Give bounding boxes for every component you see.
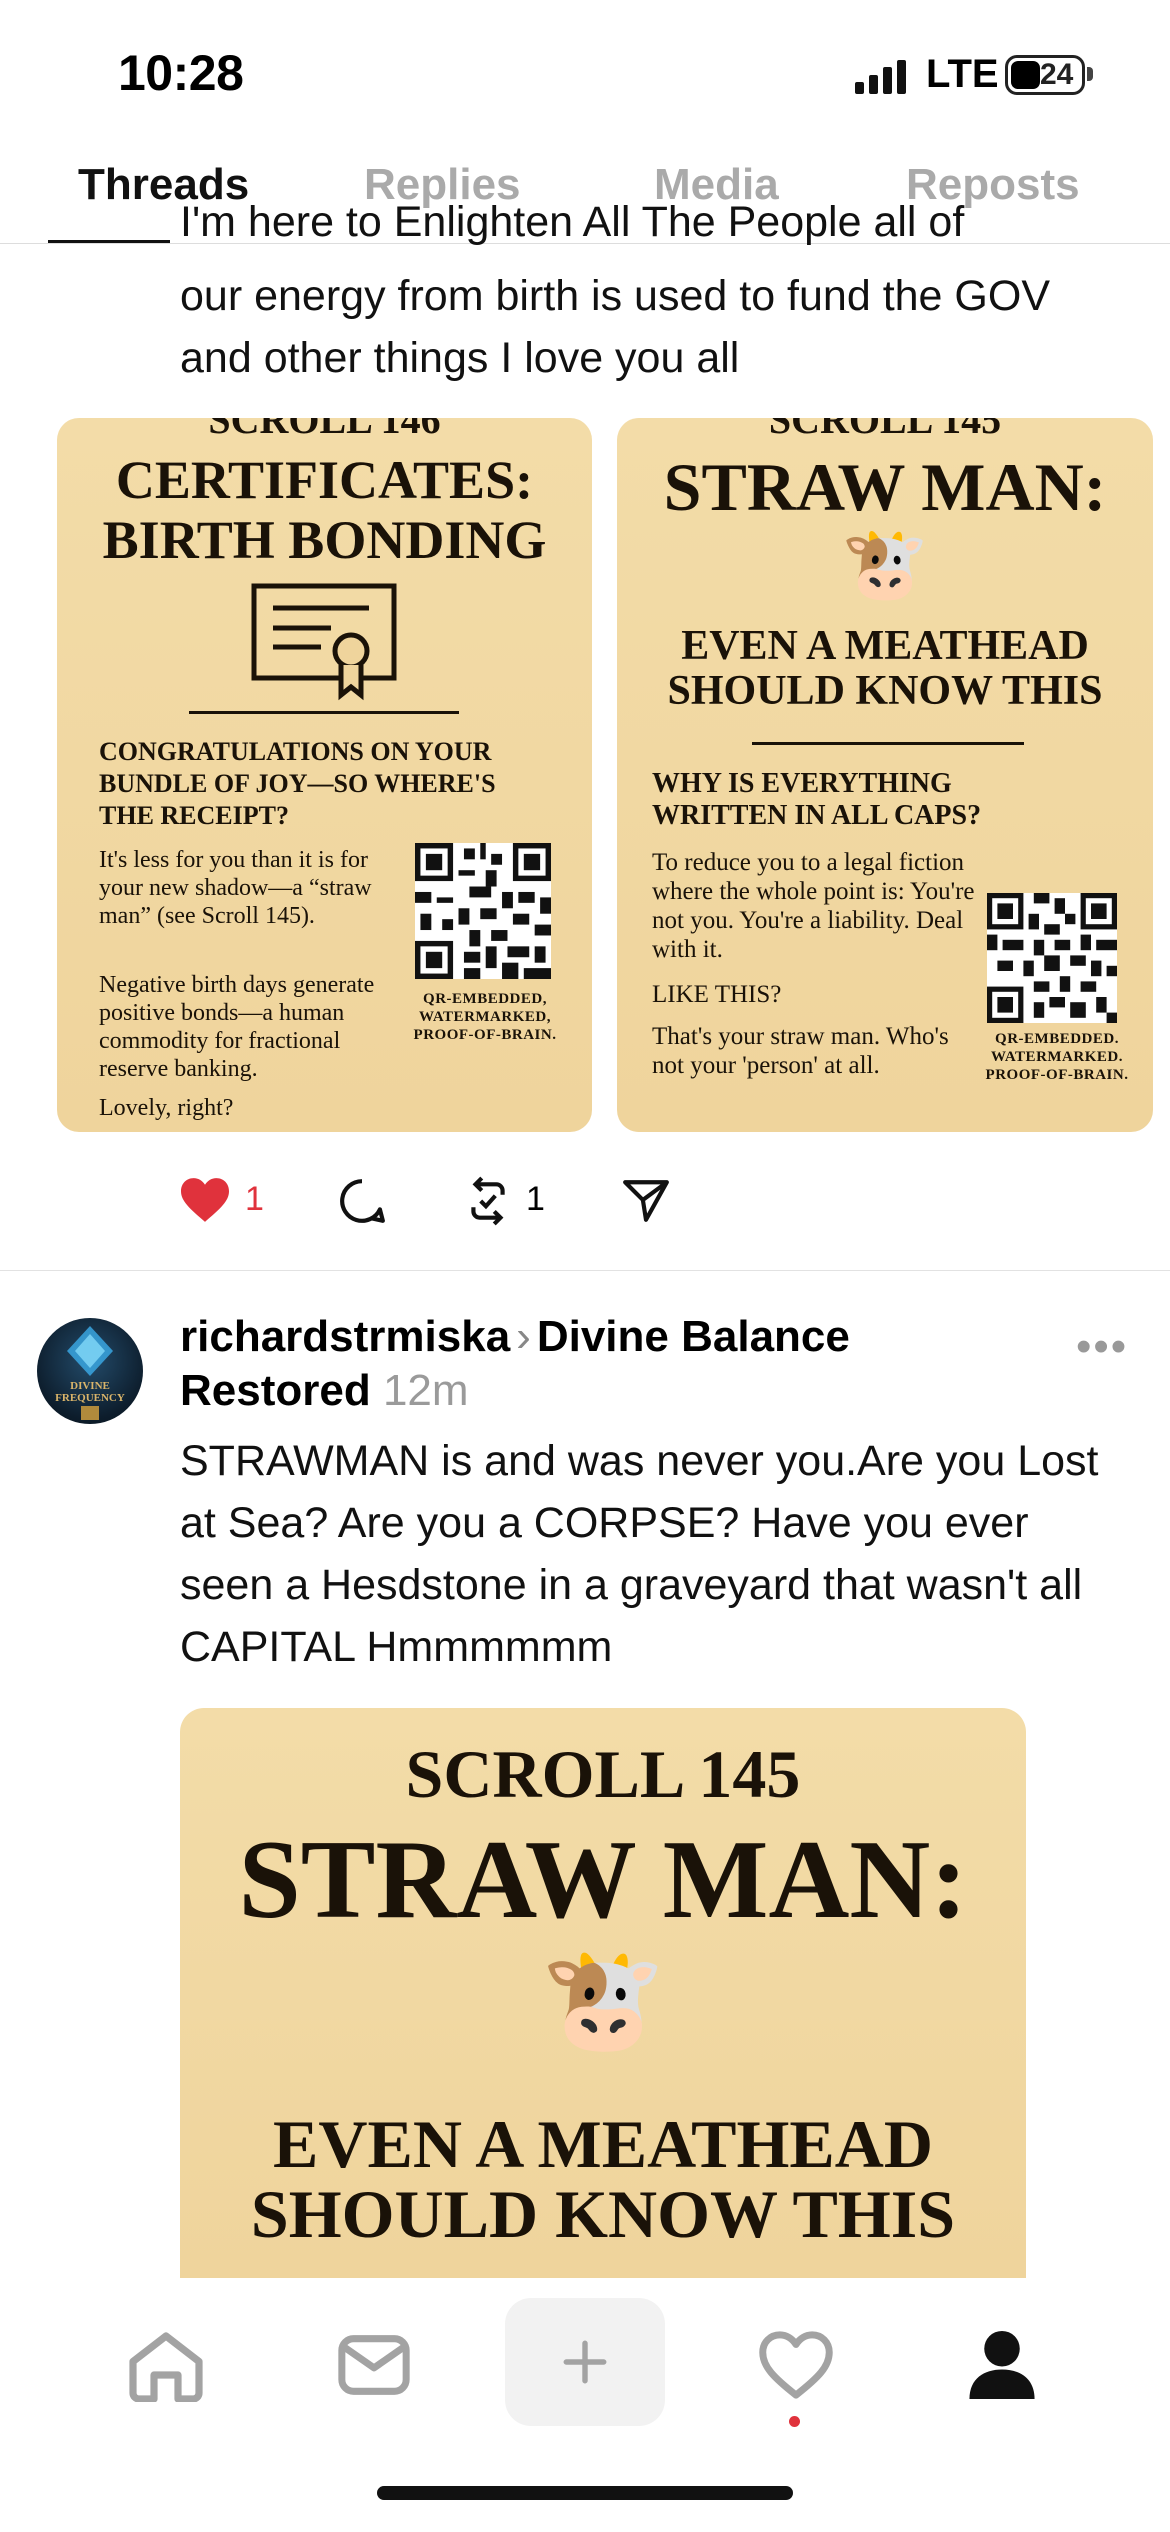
card2-para-3: That's your straw man. Who's not your 'p… bbox=[652, 1023, 949, 1079]
post2-author-line: richardstrmiska › Divine Balance bbox=[180, 1312, 850, 1362]
cow-icon: 🐮 bbox=[540, 1945, 666, 2056]
tab-reposts[interactable]: Reposts bbox=[906, 160, 1080, 210]
post1-image-card-1[interactable]: SCROLL 146 CERTIFICATES: BIRTH BONDING C… bbox=[57, 418, 592, 1132]
card1-title-1: CERTIFICATES: bbox=[115, 450, 534, 510]
reply-icon[interactable] bbox=[337, 1176, 387, 1226]
home-indicator bbox=[377, 2486, 793, 2500]
card1-qr-label: QR-EMBEDDED, WATERMARKED, PROOF-OF-BRAIN… bbox=[413, 991, 557, 1043]
card1-para-3: Lovely, right? bbox=[99, 1095, 234, 1121]
plus-icon bbox=[563, 2340, 607, 2384]
signal-icon bbox=[855, 60, 906, 94]
card2-qr-label: QR-EMBEDDED. WATERMARKED. PROOF-OF-BRAIN… bbox=[985, 1031, 1129, 1083]
more-options-icon[interactable]: ••• bbox=[1076, 1322, 1128, 1372]
chevron-right-icon: › bbox=[516, 1312, 531, 1361]
avatar-qr-mark bbox=[81, 1406, 99, 1420]
avatar[interactable]: DIVINE FREQUENCY bbox=[37, 1318, 143, 1424]
tab-media[interactable]: Media bbox=[654, 160, 779, 210]
card2-scroll: SCROLL 145 bbox=[768, 418, 1002, 442]
post2-card-title: STRAW MAN: bbox=[238, 1818, 968, 1942]
post-timestamp: 12m bbox=[382, 1366, 469, 1415]
activity-badge-dot bbox=[789, 2416, 800, 2427]
status-time: 10:28 bbox=[118, 45, 244, 101]
post1-text: our energy from birth is used to fund th… bbox=[180, 272, 1050, 382]
post2-image-card[interactable]: SCROLL 145 STRAW MAN: 🐮 EVEN A MEATHEAD … bbox=[180, 1708, 1026, 2278]
tab-replies[interactable]: Replies bbox=[364, 160, 521, 210]
card2-sub-1: EVEN A MEATHEAD bbox=[681, 623, 1089, 669]
card1-divider bbox=[189, 711, 459, 714]
card2-sub-2: SHOULD KNOW THIS bbox=[667, 668, 1103, 714]
post1-text-cut: I'm here to Enlighten All The People all… bbox=[180, 205, 965, 246]
card1-scroll: SCROLL 146 bbox=[208, 418, 441, 442]
card1-heading: CONGRATULATIONS ON YOUR BUNDLE OF JOY—SO… bbox=[99, 737, 496, 830]
post2-card-sub-1: EVEN A MEATHEAD bbox=[273, 2106, 933, 2182]
certificate-icon bbox=[251, 583, 397, 701]
qr-code-icon bbox=[415, 843, 551, 979]
avatar-text: DIVINE FREQUENCY bbox=[55, 1380, 125, 1404]
post2-card-scroll: SCROLL 145 bbox=[405, 1736, 801, 1812]
compose-button[interactable] bbox=[505, 2298, 665, 2426]
qr-code-icon bbox=[987, 893, 1117, 1023]
post2-author-line-2: Restored 12m bbox=[180, 1366, 469, 1416]
profile-icon[interactable] bbox=[966, 2328, 1038, 2402]
inbox-icon[interactable] bbox=[336, 2332, 412, 2398]
battery-level: 24 bbox=[1040, 58, 1074, 91]
activity-icon[interactable] bbox=[758, 2330, 834, 2400]
card2-divider bbox=[752, 742, 1024, 745]
community-name[interactable]: Divine Balance bbox=[537, 1312, 850, 1361]
card1-para-1: It's less for you than it is for your ne… bbox=[99, 847, 372, 929]
post2-card-sub-2: SHOULD KNOW THIS bbox=[250, 2176, 956, 2252]
diamond-logo-icon bbox=[67, 1326, 113, 1376]
repost-count: 1 bbox=[526, 1180, 545, 1218]
card2-para-2: LIKE THIS? bbox=[652, 981, 782, 1008]
battery-nub bbox=[1087, 67, 1093, 81]
tab-threads[interactable]: Threads bbox=[78, 160, 249, 210]
like-heart-icon[interactable] bbox=[178, 1176, 232, 1224]
battery-icon: 24 bbox=[1005, 55, 1085, 95]
network-label: LTE bbox=[926, 52, 999, 96]
like-count: 1 bbox=[245, 1180, 264, 1218]
repost-icon[interactable] bbox=[462, 1176, 514, 1226]
card1-title-2: BIRTH BONDING bbox=[102, 510, 547, 570]
card2-heading: WHY IS EVERYTHING WRITTEN IN ALL CAPS? bbox=[652, 768, 982, 831]
share-icon[interactable] bbox=[620, 1176, 672, 1226]
community-name-cont[interactable]: Restored bbox=[180, 1366, 371, 1415]
cow-icon: 🐮 bbox=[841, 527, 929, 604]
card2-para-1: To reduce you to a legal fiction where t… bbox=[652, 849, 975, 963]
home-icon[interactable] bbox=[126, 2330, 206, 2402]
author-username[interactable]: richardstrmiska bbox=[180, 1312, 510, 1361]
card1-para-2: Negative birth days generate positive bo… bbox=[99, 972, 375, 1082]
post-separator bbox=[0, 1270, 1170, 1271]
post1-image-card-2[interactable]: SCROLL 145 STRAW MAN: 🐮 EVEN A MEATHEAD … bbox=[617, 418, 1153, 1132]
card2-title: STRAW MAN: bbox=[663, 449, 1107, 525]
post2-text: STRAWMAN is and was never you.Are you Lo… bbox=[180, 1437, 1099, 1671]
